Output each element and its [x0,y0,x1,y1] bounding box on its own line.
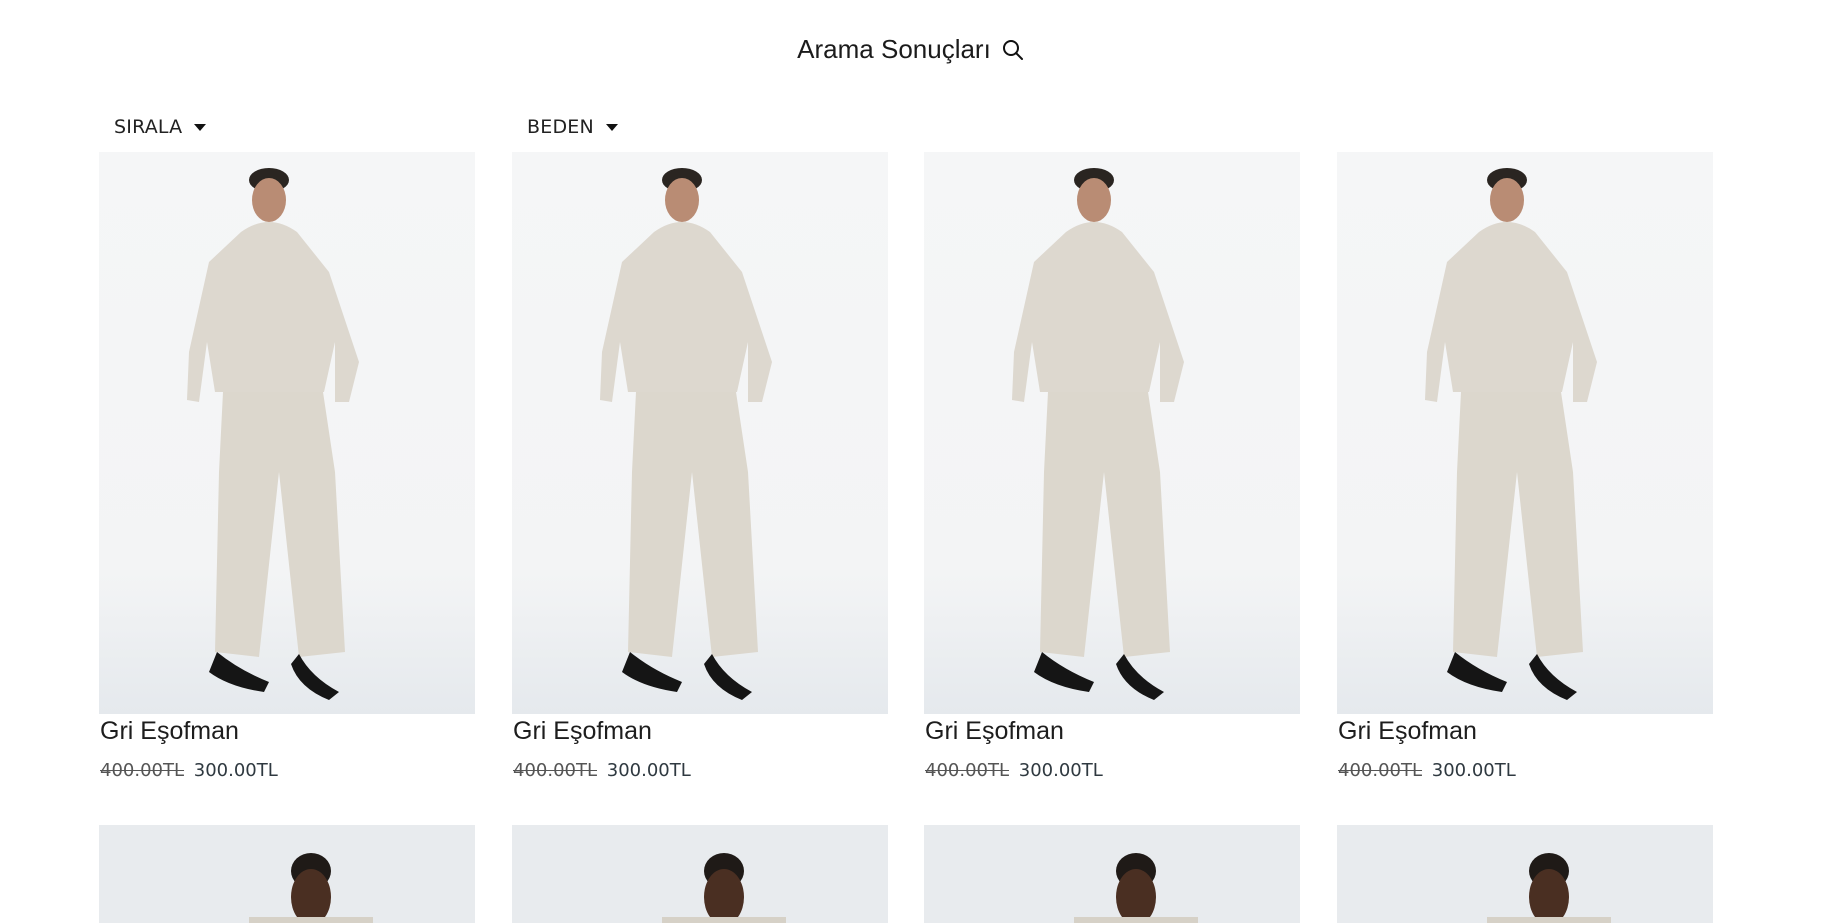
product-name[interactable]: Gri Eşofman [99,717,475,746]
sort-dropdown[interactable]: SIRALA [114,116,207,138]
search-results-page: Arama Sonuçları SIRALA BEDEN Gri Eşofman… [0,0,1822,923]
product-name[interactable]: Gri Eşofman [924,717,1300,746]
sale-price: 300.00TL [606,760,691,781]
old-price: 400.00TL [513,760,598,781]
product-image[interactable] [99,825,475,923]
product-prices: 400.00TL 300.00TL [512,760,888,781]
old-price: 400.00TL [925,760,1010,781]
sort-dropdown-label: SIRALA [114,116,183,138]
search-icon[interactable] [1001,38,1025,62]
sale-price: 300.00TL [1431,760,1516,781]
sale-price: 300.00TL [193,760,278,781]
product-prices: 400.00TL 300.00TL [1337,760,1713,781]
product-name[interactable]: Gri Eşofman [1337,717,1713,746]
product-prices: 400.00TL 300.00TL [99,760,475,781]
chevron-down-icon [194,123,207,131]
product-image[interactable] [1337,825,1713,923]
old-price: 400.00TL [1338,760,1423,781]
product-card[interactable]: Gri Eşofman 400.00TL 300.00TL [1337,152,1713,781]
product-card[interactable]: Gri Eşofman 400.00TL 300.00TL [512,152,888,781]
sale-price: 300.00TL [1018,760,1103,781]
size-dropdown-label: BEDEN [527,116,594,138]
page-title: Arama Sonuçları [0,34,1822,65]
product-prices: 400.00TL 300.00TL [924,760,1300,781]
product-card[interactable]: Gri Eşofman 400.00TL 300.00TL [99,152,475,781]
product-image[interactable] [99,152,475,714]
product-card[interactable]: Gri Eşofman 400.00TL 300.00TL [924,152,1300,781]
chevron-down-icon [605,123,618,131]
vertical-scrollbar[interactable] [1812,0,1822,923]
product-name[interactable]: Gri Eşofman [512,717,888,746]
product-image[interactable] [512,825,888,923]
product-image[interactable] [512,152,888,714]
size-dropdown[interactable]: BEDEN [527,116,618,138]
old-price: 400.00TL [100,760,185,781]
product-image[interactable] [924,825,1300,923]
product-image[interactable] [924,152,1300,714]
product-image[interactable] [1337,152,1713,714]
page-title-text: Arama Sonuçları [797,34,991,64]
